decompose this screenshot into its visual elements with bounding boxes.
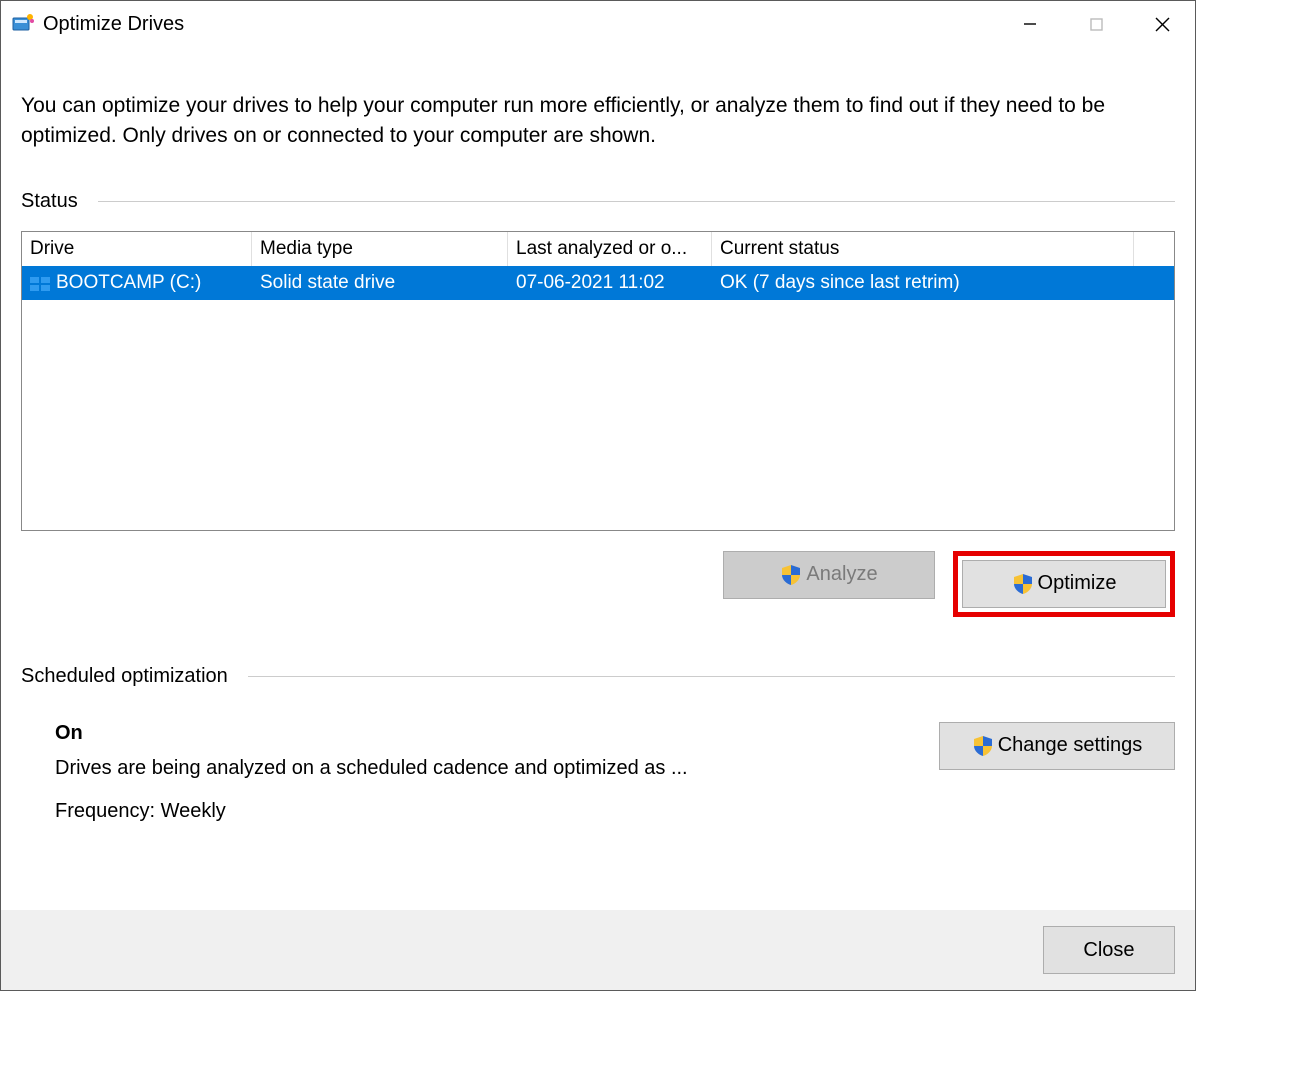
shield-icon (1012, 573, 1034, 595)
drive-list[interactable]: Drive Media type Last analyzed or o... C… (21, 231, 1175, 531)
minimize-button[interactable] (997, 1, 1063, 47)
optimize-label: Optimize (1038, 572, 1117, 595)
drive-media-type: Solid state drive (252, 272, 508, 294)
optimize-highlight: Optimize (953, 551, 1175, 617)
status-section-header: Status (21, 190, 1175, 213)
drive-current-status: OK (7 days since last retrim) (712, 272, 1134, 294)
change-settings-button[interactable]: Change settings (939, 722, 1175, 770)
shield-icon (780, 564, 802, 586)
scheduled-on-label: On (55, 722, 919, 745)
window-controls (997, 1, 1195, 47)
status-label: Status (21, 190, 78, 213)
scheduled-divider (248, 676, 1175, 677)
change-settings-label: Change settings (998, 734, 1143, 757)
drive-icon (30, 273, 50, 293)
scheduled-body: On Drives are being analyzed on a schedu… (21, 706, 1175, 823)
intro-text: You can optimize your drives to help you… (21, 91, 1175, 152)
drive-list-header: Drive Media type Last analyzed or o... C… (22, 232, 1174, 266)
column-last-analyzed[interactable]: Last analyzed or o... (508, 232, 712, 266)
shield-icon (972, 735, 994, 757)
close-button[interactable]: Close (1043, 926, 1175, 974)
close-window-button[interactable] (1129, 1, 1195, 47)
analyze-button: Analyze (723, 551, 935, 599)
analyze-label: Analyze (806, 563, 877, 586)
status-divider (98, 201, 1175, 202)
drive-last-analyzed: 07-06-2021 11:02 (508, 272, 712, 294)
optimize-drives-window: Optimize Drives You can optimize your dr… (0, 0, 1196, 991)
titlebar: Optimize Drives (1, 1, 1195, 47)
maximize-button[interactable] (1063, 1, 1129, 47)
scheduled-description: Drives are being analyzed on a scheduled… (55, 757, 919, 780)
app-icon (11, 12, 35, 36)
column-drive[interactable]: Drive (22, 232, 252, 266)
scheduled-section-header: Scheduled optimization (21, 665, 1175, 688)
action-buttons: Analyze Optimize (21, 551, 1175, 617)
scheduled-frequency: Frequency: Weekly (55, 800, 919, 823)
scheduled-label: Scheduled optimization (21, 665, 228, 688)
column-media-type[interactable]: Media type (252, 232, 508, 266)
window-title: Optimize Drives (43, 13, 997, 36)
drive-name: BOOTCAMP (C:) (56, 272, 201, 294)
scheduled-section: Scheduled optimization On Drives are bei… (21, 665, 1175, 823)
content-area: You can optimize your drives to help you… (1, 47, 1195, 910)
drive-row[interactable]: BOOTCAMP (C:) Solid state drive 07-06-20… (22, 266, 1174, 300)
column-tail (1134, 232, 1174, 266)
optimize-button[interactable]: Optimize (962, 560, 1166, 608)
column-current-status[interactable]: Current status (712, 232, 1134, 266)
footer-bar: Close (1, 910, 1195, 990)
close-label: Close (1083, 939, 1134, 962)
